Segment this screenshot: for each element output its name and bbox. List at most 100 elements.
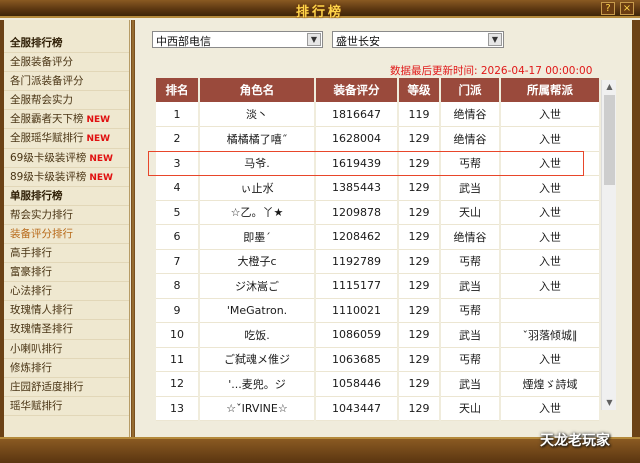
scroll-thumb[interactable] — [604, 95, 615, 185]
sidebar-item-label: 修炼排行 — [10, 361, 52, 374]
table-row[interactable]: 12 '...麦兜。ジ 1058446 129 武当 煙煌ゞ詩域 — [156, 371, 601, 397]
table-cell: '...麦兜。ジ — [199, 371, 316, 397]
table-scrollbar[interactable]: ▲ ▼ — [601, 80, 616, 410]
table-row[interactable]: 2 橘橘橘了嘻˝ 1628004 129 绝情谷 入世 — [156, 126, 601, 152]
sidebar-item[interactable]: 装备评分排行 — [4, 225, 129, 245]
sidebar-item-label: 全服霸者天下榜 — [10, 113, 84, 126]
table-cell: 3 — [156, 151, 200, 176]
table-cell: 129 — [398, 322, 441, 348]
sidebar-item-label: 各门派装备评分 — [10, 75, 84, 88]
sidebar-item-label: 单服排行榜 — [10, 189, 63, 202]
new-badge: NEW — [86, 115, 111, 126]
table-cell: 2 — [156, 126, 200, 152]
table-cell: ☆ˇIRVINE☆ — [199, 396, 316, 421]
sidebar-item[interactable]: 全服瑶华赋排行 NEW — [4, 129, 129, 149]
sidebar-item[interactable]: 帮会实力排行 — [4, 206, 129, 225]
sidebar-item[interactable]: 69级卡级装评榜 NEW — [4, 149, 129, 168]
table-cell: 129 — [398, 273, 441, 299]
table-cell: 1043447 — [315, 396, 399, 421]
table-cell: 大橙子c — [199, 249, 316, 274]
table-cell: 11 — [156, 347, 200, 372]
table-cell: 1628004 — [315, 126, 399, 152]
sidebar-item[interactable]: 小喇叭排行 — [4, 340, 129, 359]
table-cell: 绝情谷 — [440, 126, 501, 152]
sidebar-item[interactable]: 玫瑰情圣排行 — [4, 320, 129, 340]
table-cell: 1192789 — [315, 249, 399, 274]
scroll-up-arrow-icon[interactable]: ▲ — [602, 80, 617, 94]
server-select[interactable]: 盛世长安 ▼ — [332, 31, 504, 48]
sidebar-item-label: 高手排行 — [10, 247, 52, 260]
table-cell: 6 — [156, 224, 200, 250]
sidebar-item[interactable]: 全服帮会实力 — [4, 91, 129, 111]
scroll-down-arrow-icon[interactable]: ▼ — [602, 396, 617, 410]
table-cell: 武当 — [440, 175, 501, 201]
chevron-down-icon[interactable]: ▼ — [488, 33, 502, 46]
table-row[interactable]: 8 ジ沐嵩ご 1115177 129 武当 入世 — [156, 273, 601, 299]
table-row[interactable]: 3 马爷. 1619439 129 丐帮 入世 — [156, 151, 601, 176]
sidebar-item-label: 全服帮会实力 — [10, 94, 73, 107]
table-row[interactable]: 11 ご弑魂メ倠ジ 1063685 129 丐帮 入世 — [156, 347, 601, 372]
table-cell: 9 — [156, 298, 200, 323]
sidebar-item[interactable]: 瑶华赋排行 — [4, 397, 129, 416]
table-cell: 1 — [156, 102, 200, 127]
table-cell: 入世 — [500, 273, 601, 299]
table-cell: 12 — [156, 371, 200, 397]
sidebar-item[interactable]: 各门派装备评分 — [4, 72, 129, 92]
table-cell: ☆乙。丫★ — [199, 200, 316, 225]
chevron-down-icon[interactable]: ▼ — [307, 33, 321, 46]
table-cell: 1619439 — [315, 151, 399, 176]
sidebar-item-label: 69级卡级装评榜 — [10, 151, 87, 164]
table-row[interactable]: 4 ぃ止水゙ 1385443 129 武当 入世 — [156, 175, 601, 201]
table-cell: 入世 — [500, 102, 601, 127]
sidebar-item[interactable]: 心法排行 — [4, 282, 129, 302]
sidebar-section-heading: 全服排行榜 — [4, 34, 129, 54]
server-select-value: 盛世长安 — [336, 35, 380, 48]
table-cell: 1208462 — [315, 224, 399, 250]
table-cell: ジ沐嵩ご — [199, 273, 316, 299]
sidebar-item[interactable]: 修炼排行 — [4, 359, 129, 378]
region-select-value: 中西部电信 — [156, 35, 211, 48]
table-cell: 129 — [398, 175, 441, 201]
table-cell: 丐帮 — [440, 298, 501, 323]
sidebar-item-label: 玫瑰情圣排行 — [10, 323, 73, 336]
table-row[interactable]: 7 大橙子c 1192789 129 丐帮 入世 — [156, 249, 601, 274]
sidebar-item[interactable]: 庄园舒适度排行 — [4, 378, 129, 397]
table-cell: 129 — [398, 396, 441, 421]
table-row[interactable]: 6 即墨´ 1208462 129 绝情谷 入世 — [156, 224, 601, 250]
sidebar-item[interactable]: 全服霸者天下榜 NEW — [4, 110, 129, 130]
sidebar-item-label: 富豪排行 — [10, 266, 52, 279]
region-select[interactable]: 中西部电信 ▼ — [152, 31, 323, 48]
table-cell: 129 — [398, 249, 441, 274]
table-cell: 丐帮 — [440, 249, 501, 274]
table-row[interactable]: 5 ☆乙。丫★ 1209878 129 天山 入世 — [156, 200, 601, 225]
sidebar-item[interactable]: 高手排行 — [4, 244, 129, 264]
close-button[interactable]: × — [620, 2, 634, 15]
table-row[interactable]: 1 淡丶 1816647 119 绝情谷 入世 — [156, 102, 601, 127]
table-cell: 7 — [156, 249, 200, 274]
column-header: 排名 — [156, 78, 200, 102]
sidebar-item-label: 89级卡级装评榜 — [10, 170, 87, 183]
table-cell: 煙煌ゞ詩域 — [500, 371, 601, 397]
table-cell: 129 — [398, 151, 441, 176]
table-cell: 入世 — [500, 200, 601, 225]
help-button[interactable]: ? — [601, 2, 615, 15]
table-cell: 5 — [156, 200, 200, 225]
sidebar-item[interactable]: 89级卡级装评榜 NEW — [4, 168, 129, 187]
sidebar-item[interactable]: 全服装备评分 — [4, 53, 129, 73]
table-cell: 1058446 — [315, 371, 399, 397]
table-cell: 1063685 — [315, 347, 399, 372]
table-cell: 129 — [398, 224, 441, 250]
sidebar-item[interactable]: 富豪排行 — [4, 263, 129, 283]
table-cell: 橘橘橘了嘻˝ — [199, 126, 316, 152]
table-cell: 129 — [398, 200, 441, 225]
sidebar-item-label: 心法排行 — [10, 285, 52, 298]
frame-right — [632, 20, 640, 463]
table-row[interactable]: 13 ☆ˇIRVINE☆ 1043447 129 天山 入世 — [156, 396, 601, 421]
table-row[interactable]: 10 吃饭. 1086059 129 武当 ˇ羽落倾城∥ — [156, 322, 601, 348]
table-row[interactable]: 9 'MeGatron. 1110021 129 丐帮 — [156, 298, 601, 323]
sidebar-item-label: 小喇叭排行 — [10, 342, 63, 355]
sidebar-item-label: 全服排行榜 — [10, 37, 63, 49]
table-cell: 入世 — [500, 347, 601, 372]
table-cell: 马爷. — [199, 151, 316, 176]
sidebar-item[interactable]: 玫瑰情人排行 — [4, 301, 129, 321]
